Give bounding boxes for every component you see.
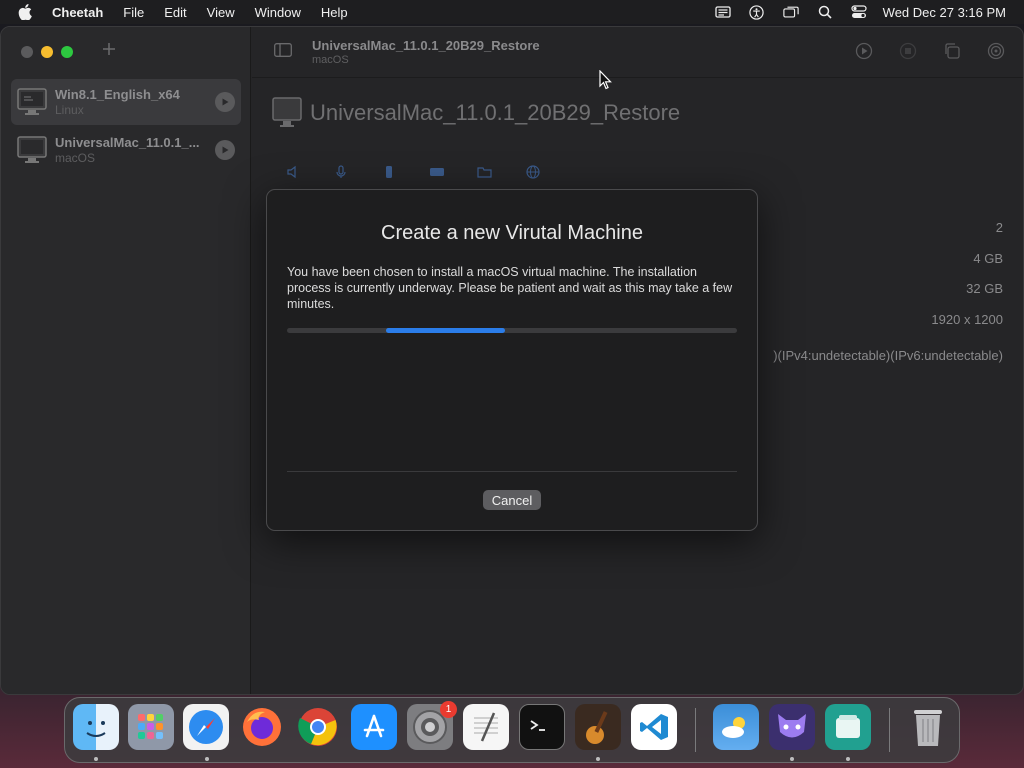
dialog-divider: [287, 471, 737, 472]
vm-list: Win8.1_English_x64 Linux UniversalMac_11…: [11, 79, 241, 175]
textedit-icon[interactable]: [463, 704, 509, 750]
vm-detail-title: UniversalMac_11.0.1_20B29_Restore: [310, 100, 681, 125]
add-vm-button[interactable]: [101, 41, 119, 59]
notification-badge: 1: [440, 701, 457, 718]
dock-separator: [695, 708, 696, 752]
running-indicator: [596, 757, 600, 761]
close-button[interactable]: [21, 46, 33, 58]
toolbar: UniversalMac_11.0.1_20B29_Restore macOS: [252, 27, 1023, 78]
sidebar-toggle-icon[interactable]: [274, 43, 292, 57]
speaker-icon[interactable]: [284, 163, 302, 181]
vm-os: macOS: [55, 151, 96, 165]
menubar-clock[interactable]: Wed Dec 27 3:16 PM: [883, 5, 1006, 20]
app-store-icon[interactable]: [351, 704, 397, 750]
spec-display: 1920 x 1200: [931, 311, 1003, 327]
create-vm-dialog: Create a new Virutal Machine You have be…: [266, 189, 758, 531]
vm-list-item[interactable]: UniversalMac_11.0.1_... macOS: [11, 127, 241, 173]
minimize-button[interactable]: [41, 46, 53, 58]
dialog-message: You have been chosen to install a macOS …: [287, 265, 733, 311]
monitor-icon: [272, 97, 302, 127]
apple-menu-icon[interactable]: [18, 4, 34, 20]
launchpad-icon[interactable]: [128, 704, 174, 750]
network-icon[interactable]: [524, 163, 542, 181]
menu-help[interactable]: Help: [321, 5, 348, 20]
menu-app-name[interactable]: Cheetah: [52, 5, 103, 20]
system-preferences-icon[interactable]: 1: [407, 701, 457, 750]
menu-extra-icon[interactable]: [715, 4, 731, 20]
spec-cpus: 2: [995, 220, 1003, 235]
running-indicator: [790, 757, 794, 761]
settings-icon[interactable]: [987, 42, 1005, 60]
microphone-icon[interactable]: [332, 163, 350, 181]
search-icon[interactable]: [817, 4, 833, 20]
accessibility-icon[interactable]: [749, 4, 765, 20]
shared-folder-icon[interactable]: [476, 163, 494, 181]
clone-icon[interactable]: [943, 42, 961, 60]
files-app-icon[interactable]: [825, 704, 871, 750]
chrome-icon[interactable]: [295, 704, 341, 750]
play-icon[interactable]: [215, 92, 235, 112]
progress-fill: [386, 328, 506, 333]
control-center-icon[interactable]: [851, 4, 867, 20]
dock: 1: [64, 697, 960, 763]
keyboard-icon[interactable]: [428, 163, 446, 181]
vm-name: Win8.1_English_x64: [55, 87, 180, 102]
spec-network: )(IPv4:undetectable)(IPv6:undetectable): [773, 348, 1003, 363]
running-indicator: [846, 757, 850, 761]
dock-separator: [889, 708, 890, 752]
usb-icon[interactable]: [380, 163, 398, 181]
weather-icon[interactable]: [713, 704, 759, 750]
monitor-icon: [17, 88, 47, 115]
screen-mirroring-icon[interactable]: [782, 4, 799, 20]
stop-icon[interactable]: [899, 42, 917, 60]
window-controls: [21, 46, 73, 58]
vm-name: UniversalMac_11.0.1_...: [55, 135, 200, 150]
sidebar: Win8.1_English_x64 Linux UniversalMac_11…: [1, 27, 251, 694]
safari-icon[interactable]: [183, 704, 229, 750]
menu-bar: Cheetah File Edit View Window Help Wed D…: [0, 0, 1024, 24]
spec-disk: 32 GB: [966, 281, 1003, 296]
menu-window[interactable]: Window: [255, 5, 301, 20]
toolbar-subtitle: macOS: [312, 54, 349, 66]
vscode-icon[interactable]: [631, 704, 677, 750]
menu-file[interactable]: File: [123, 5, 144, 20]
vm-list-item[interactable]: Win8.1_English_x64 Linux: [11, 79, 241, 125]
garageband-icon[interactable]: [575, 704, 621, 750]
detail-header: UniversalMac_11.0.1_20B29_Restore: [272, 97, 680, 129]
trash-icon[interactable]: [905, 704, 951, 750]
menu-view[interactable]: View: [207, 5, 235, 20]
zoom-button[interactable]: [61, 46, 73, 58]
toolbar-title: UniversalMac_11.0.1_20B29_Restore: [312, 38, 540, 53]
vm-os: Linux: [55, 103, 84, 117]
terminal-icon[interactable]: [519, 704, 565, 750]
running-indicator: [94, 757, 98, 761]
menu-edit[interactable]: Edit: [164, 5, 186, 20]
install-progress-bar: [287, 328, 737, 333]
start-icon[interactable]: [855, 42, 873, 60]
play-icon[interactable]: [215, 140, 235, 160]
dialog-title: Create a new Virutal Machine: [381, 222, 643, 244]
mouse-cursor-icon: [599, 70, 612, 90]
spec-memory: 4 GB: [973, 250, 1003, 266]
cheetah-app-icon[interactable]: [769, 704, 815, 750]
device-toolbar: [284, 163, 542, 181]
monitor-icon: [17, 136, 47, 163]
firefox-icon[interactable]: [239, 704, 285, 750]
vm-specs: 2 4 GB 32 GB 1920 x 1200 )(IPv4:undetect…: [773, 220, 1003, 379]
cancel-button[interactable]: Cancel: [483, 490, 541, 510]
running-indicator: [205, 757, 209, 761]
finder-icon[interactable]: [73, 704, 119, 750]
